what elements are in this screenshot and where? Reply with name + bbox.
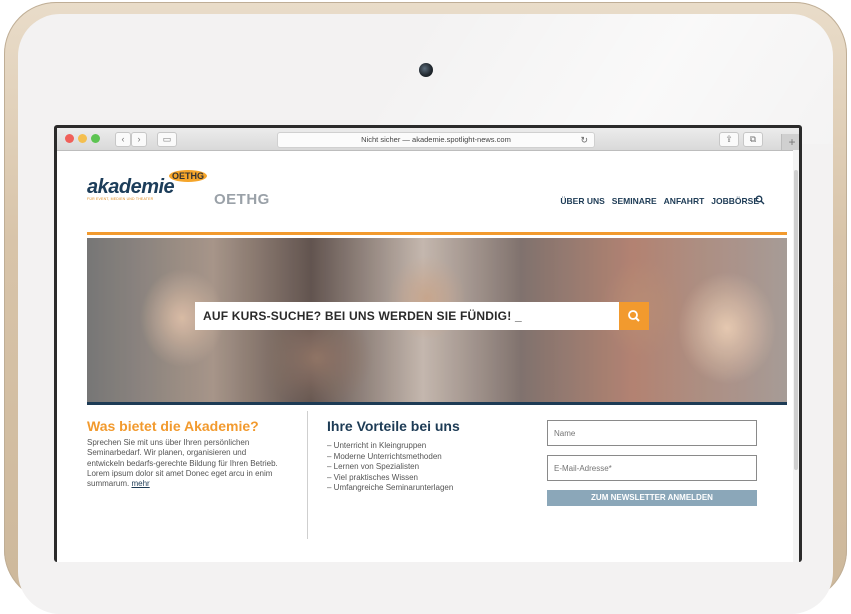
search-icon[interactable] [755, 195, 765, 205]
email-field[interactable] [547, 455, 757, 481]
address-bar[interactable]: Nicht sicher — akademie.spotlight-news.c… [277, 132, 595, 148]
nav-item-seminare[interactable]: SEMINARE [612, 196, 657, 206]
share-icon[interactable]: ⇪ [719, 132, 739, 147]
newsletter-subscribe-button[interactable]: ZUM NEWSLETTER ANMELDEN [547, 490, 757, 506]
more-link[interactable]: mehr [131, 479, 149, 488]
benefits-list: Unterricht in Kleingruppen Moderne Unter… [327, 441, 454, 494]
scrollbar-thumb[interactable] [794, 170, 798, 470]
info-title: Was bietet die Akademie? [87, 418, 259, 434]
course-search-input[interactable]: AUF KURS-SUCHE? BEI UNS WERDEN SIE FÜNDI… [195, 302, 619, 330]
forward-icon[interactable]: › [131, 132, 147, 147]
list-item: Moderne Unterrichtsmethoden [327, 452, 453, 463]
info-paragraph: Sprechen Sie mit uns über Ihren persönli… [87, 438, 278, 489]
tabs-icon[interactable]: ⧉ [743, 132, 763, 147]
hero-divider [87, 402, 787, 405]
info-text: Sprechen Sie mit uns über Ihren persönli… [87, 438, 283, 489]
new-tab-button[interactable]: + [781, 134, 799, 150]
header-divider [87, 232, 787, 235]
akademie-logo[interactable]: akademie OETHG FÜR EVENT, MEDIEN UND THE… [87, 170, 208, 201]
browser-window: ‹ › ▭ Nicht sicher — akademie.spotlight-… [57, 128, 799, 562]
benefits-title: Ihre Vorteile bei uns [327, 418, 460, 434]
close-window-icon[interactable] [65, 134, 74, 143]
camera-icon [419, 63, 433, 77]
browser-screen: ‹ › ▭ Nicht sicher — akademie.spotlight-… [54, 125, 802, 562]
minimize-window-icon[interactable] [78, 134, 87, 143]
list-item: Umfangreiche Seminarunterlagen [327, 483, 454, 494]
nav-item-anfahrt[interactable]: ANFAHRT [664, 196, 705, 206]
maximize-window-icon[interactable] [91, 134, 100, 143]
name-field[interactable] [547, 420, 757, 446]
nav-item-jobboerse[interactable]: JOBBÖRSE [711, 196, 759, 206]
list-item: Lernen von Spezialisten [327, 462, 453, 473]
sidebar-icon[interactable]: ▭ [157, 132, 177, 147]
list-item: Unterricht in Kleingruppen [327, 441, 453, 452]
logo-badge: OETHG [169, 170, 208, 182]
main-nav: ÜBER UNS SEMINARE ANFAHRT JOBBÖRSE [560, 196, 759, 206]
browser-toolbar: ‹ › ▭ Nicht sicher — akademie.spotlight-… [57, 128, 799, 151]
page-scrollbar[interactable] [793, 150, 799, 562]
back-icon[interactable]: ‹ [115, 132, 131, 147]
logo-subtitle: FÜR EVENT, MEDIEN UND THEATER [87, 197, 154, 201]
column-divider [307, 411, 308, 539]
nav-item-ueber-uns[interactable]: ÜBER UNS [560, 196, 604, 206]
search-icon [628, 310, 640, 322]
course-search-button[interactable] [619, 302, 649, 330]
reload-icon[interactable]: ↻ [580, 133, 588, 147]
list-item: Viel praktisches Wissen [327, 473, 453, 484]
oethg-logo[interactable]: OETHG [214, 191, 270, 208]
address-text: Nicht sicher — akademie.spotlight-news.c… [361, 135, 511, 144]
